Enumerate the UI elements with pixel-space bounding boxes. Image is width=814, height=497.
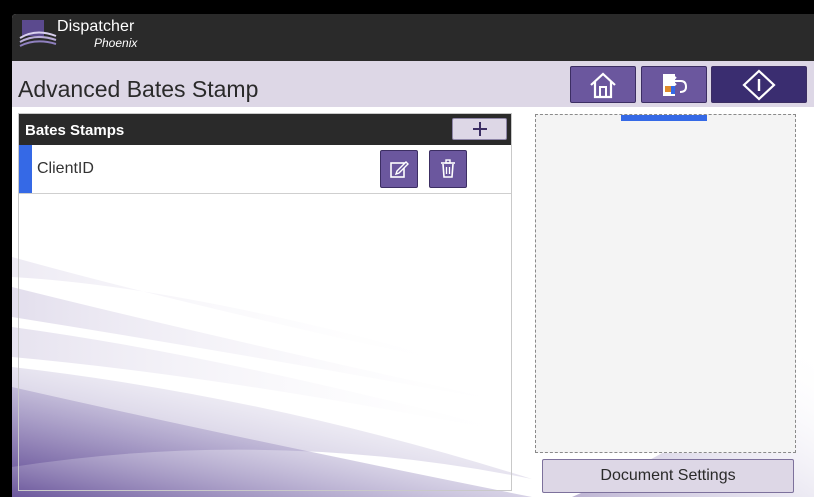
page-title: Advanced Bates Stamp	[18, 76, 259, 102]
document-settings-button[interactable]: Document Settings	[542, 459, 794, 493]
bates-stamps-title: Bates Stamps	[25, 122, 125, 139]
home-icon	[590, 72, 616, 98]
brand-name: Dispatcher	[57, 18, 135, 35]
brand-subtitle: Phoenix	[94, 36, 138, 50]
dispatcher-logo-icon	[19, 20, 57, 47]
stamp-position-marker	[621, 115, 707, 121]
bates-stamps-header: Bates Stamps	[19, 114, 511, 145]
delete-button[interactable]	[429, 150, 467, 188]
selection-indicator	[19, 145, 32, 193]
app-screen: Dispatcher Phoenix Advanced Bates Stamp	[12, 14, 814, 497]
edit-icon	[390, 161, 409, 178]
edit-button[interactable]	[380, 150, 418, 188]
list-item[interactable]: ClientID	[19, 145, 511, 194]
add-bates-stamp-button[interactable]	[452, 118, 507, 140]
document-preview	[535, 114, 796, 453]
home-button[interactable]	[570, 66, 636, 103]
back-to-workflow-button[interactable]	[641, 66, 707, 103]
device-frame: Dispatcher Phoenix Advanced Bates Stamp	[0, 0, 814, 497]
plus-icon	[472, 122, 487, 136]
trash-icon	[441, 159, 455, 178]
start-button[interactable]	[711, 66, 807, 103]
back-to-workflow-icon	[663, 73, 688, 96]
title-bar: Advanced Bates Stamp	[12, 61, 814, 107]
start-diamond-icon	[742, 68, 776, 101]
app-header: Dispatcher Phoenix	[12, 14, 814, 61]
bates-stamps-panel: Bates Stamps ClientID	[18, 113, 512, 491]
bates-stamp-label: ClientID	[37, 160, 94, 177]
